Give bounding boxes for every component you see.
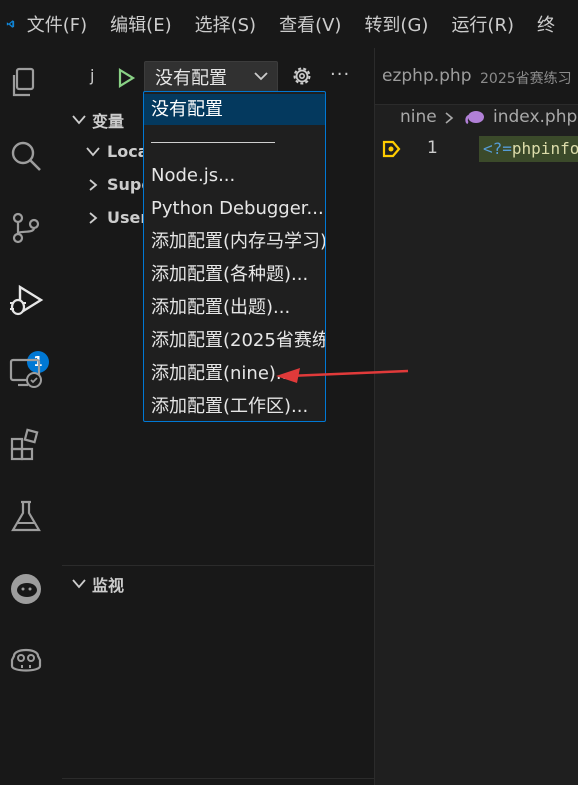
- menu-edit[interactable]: 编辑(E): [110, 11, 171, 37]
- variables-section-header[interactable]: 变量: [70, 108, 124, 132]
- tree-item-user-constants[interactable]: User: [84, 208, 148, 227]
- explorer-icon[interactable]: [8, 65, 44, 101]
- menu-file[interactable]: 文件(F): [27, 11, 87, 37]
- tree-item-locals[interactable]: Loca: [84, 142, 148, 161]
- dropdown-item-nodejs[interactable]: Node.js...: [144, 160, 325, 191]
- dropdown-item-no-config[interactable]: 没有配置: [144, 94, 325, 125]
- run-title: j: [90, 66, 95, 85]
- testing-icon[interactable]: [8, 499, 44, 535]
- config-dropdown: 没有配置 Node.js... Python Debugger... 添加配置(…: [143, 91, 326, 422]
- divider: [62, 778, 374, 779]
- chevron-right-icon: [445, 112, 454, 124]
- php-elephant-icon: [465, 111, 484, 125]
- dropdown-separator: [151, 142, 275, 143]
- divider: [62, 565, 374, 566]
- watch-section-header[interactable]: 监视: [70, 572, 124, 596]
- chevron-down-icon: [254, 72, 268, 81]
- chevron-down-icon: [86, 146, 100, 156]
- start-debugging-button[interactable]: [114, 65, 138, 91]
- menu-terminal[interactable]: 终: [537, 11, 555, 37]
- extension-pig-icon[interactable]: [8, 571, 44, 607]
- menu-go[interactable]: 转到(G): [364, 11, 428, 37]
- copilot-icon[interactable]: [8, 642, 44, 678]
- editor-tab-bar: ezphp.php 2025省赛练习: [375, 48, 578, 105]
- dropdown-item-add-config-nine[interactable]: 添加配置(nine)...: [144, 358, 325, 389]
- debug-toolbar: j 没有配置 ···: [62, 60, 374, 94]
- chevron-down-icon: [72, 579, 86, 589]
- editor-tab[interactable]: ezphp.php: [382, 66, 472, 86]
- tree-item-superglobals[interactable]: Supe: [84, 175, 152, 194]
- menu-run[interactable]: 运行(R): [451, 11, 514, 37]
- breadcrumb-folder[interactable]: nine: [400, 107, 437, 127]
- activity-bar: 1: [0, 48, 63, 785]
- dropdown-item-add-config-workspace[interactable]: 添加配置(工作区)...: [144, 391, 325, 421]
- code-text[interactable]: <?=phpinfo: [479, 136, 578, 162]
- breadcrumb: nine index.php: [375, 104, 578, 132]
- chevron-down-icon: [72, 115, 86, 125]
- editor-tab-description: 2025省赛练习: [480, 71, 572, 87]
- extensions-icon[interactable]: [8, 427, 44, 463]
- config-select-value: 没有配置: [155, 68, 227, 89]
- dropdown-item-python[interactable]: Python Debugger...: [144, 193, 325, 224]
- more-actions-icon[interactable]: ···: [330, 64, 350, 85]
- dropdown-item-add-config-memshell[interactable]: 添加配置(内存马学习)...: [144, 226, 325, 257]
- line-number: 1: [427, 138, 438, 158]
- code-line: 1 <?=phpinfo: [375, 136, 578, 164]
- dropdown-item-add-config-various[interactable]: 添加配置(各种题)...: [144, 259, 325, 290]
- config-select[interactable]: 没有配置: [144, 61, 278, 93]
- gear-icon[interactable]: [290, 64, 314, 88]
- menu-selection[interactable]: 选择(S): [195, 11, 256, 37]
- title-bar: 文件(F) 编辑(E) 选择(S) 查看(V) 转到(G) 运行(R) 终: [0, 0, 578, 48]
- debug-stackframe-icon: [382, 140, 401, 158]
- chevron-right-icon: [89, 211, 98, 224]
- chevron-right-icon: [89, 178, 98, 191]
- remote-explorer-icon[interactable]: [8, 355, 44, 391]
- breadcrumb-file[interactable]: index.php: [493, 107, 577, 127]
- vscode-logo-icon[interactable]: [6, 9, 15, 39]
- dropdown-item-add-config-2025[interactable]: 添加配置(2025省赛练习)...: [144, 325, 325, 356]
- menu-view[interactable]: 查看(V): [279, 11, 341, 37]
- source-control-icon[interactable]: [8, 210, 44, 246]
- variables-title: 变量: [92, 112, 125, 131]
- php-open-tag: <?=: [483, 139, 512, 158]
- php-function: phpinfo: [511, 139, 578, 158]
- dropdown-item-add-config-setting[interactable]: 添加配置(出题)...: [144, 292, 325, 323]
- run-debug-icon[interactable]: [8, 282, 44, 318]
- search-icon[interactable]: [8, 138, 44, 174]
- watch-title: 监视: [92, 576, 125, 595]
